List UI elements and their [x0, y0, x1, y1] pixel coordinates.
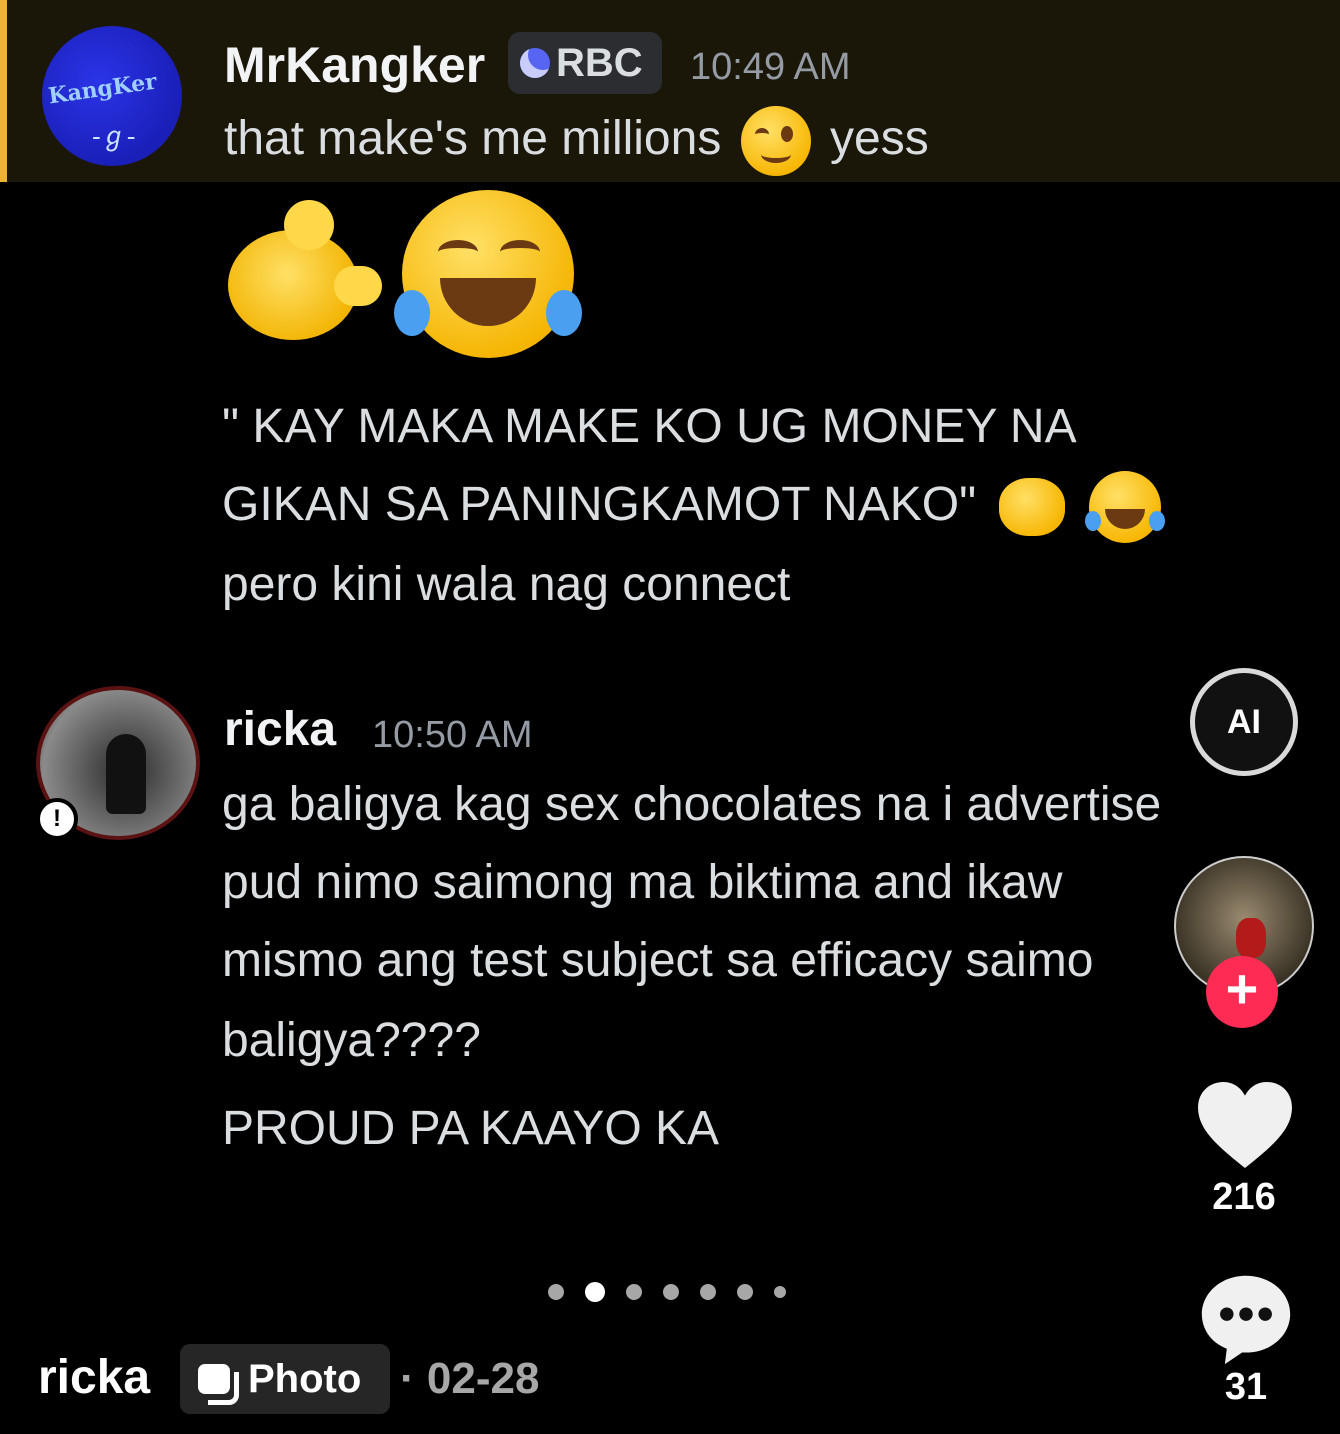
post-date: · 02-28	[400, 1354, 539, 1404]
tears-of-joy-emoji-icon	[394, 190, 582, 358]
pointing-hand-emoji-icon	[228, 200, 382, 350]
date-separator: ·	[400, 1354, 415, 1403]
carousel-dot[interactable]	[700, 1284, 716, 1300]
tears-of-joy-small-emoji-icon	[1084, 471, 1165, 544]
message-1-cont-line1: " KAY MAKA MAKE KO UG MONEY NA	[222, 400, 1077, 453]
timestamp-2: 10:50 AM	[372, 714, 533, 756]
avatar-signature: -ℊ-	[92, 122, 136, 152]
follow-button[interactable]: +	[1206, 956, 1278, 1028]
photo-type-chip[interactable]: Photo	[180, 1344, 390, 1414]
message-2-line1: ga baligya kag sex chocolates na i adver…	[222, 778, 1162, 831]
avatar-logo-text: KangKer	[46, 68, 159, 110]
date-value: 02-28	[426, 1354, 540, 1403]
carousel-dot[interactable]	[774, 1286, 786, 1298]
timestamp-1: 10:49 AM	[690, 46, 851, 88]
role-tag[interactable]: RBC	[508, 32, 662, 94]
like-count: 216	[1212, 1176, 1276, 1218]
comment-count: 31	[1224, 1366, 1268, 1408]
message-1-cont-line3: pero kini wala nag connect	[222, 558, 791, 611]
carousel-indicator	[548, 1282, 807, 1302]
avatar-mrkangker[interactable]: KangKer -ℊ-	[42, 26, 182, 166]
carousel-dot[interactable]	[663, 1284, 679, 1300]
warning-badge-icon: !	[36, 798, 78, 840]
message-2-line5: PROUD PA KAAYO KA	[222, 1102, 720, 1155]
moon-icon	[520, 48, 550, 78]
message-2-line3: mismo ang test subject sa efficacy saimo	[222, 934, 1094, 987]
post-author[interactable]: ricka	[38, 1350, 150, 1405]
carousel-dot[interactable]	[548, 1284, 564, 1300]
ai-button[interactable]: AI	[1190, 668, 1298, 776]
message-2-line4: baligya????	[222, 1014, 481, 1067]
carousel-dot-active[interactable]	[585, 1282, 605, 1302]
avatar-ricka[interactable]: !	[36, 686, 200, 840]
mention-highlight-bar	[0, 0, 7, 182]
photo-icon	[198, 1364, 239, 1405]
carousel-dot[interactable]	[626, 1284, 642, 1300]
message-1-text-b: yess	[830, 112, 929, 165]
carousel-dot[interactable]	[737, 1284, 753, 1300]
message-1-text: that make's me millions yess	[224, 100, 929, 178]
message-1-text-a: that make's me millions	[224, 112, 722, 165]
username-ricka[interactable]: ricka	[224, 702, 336, 757]
pointing-hand-small-emoji-icon	[999, 478, 1066, 537]
comment-bubble-icon[interactable]	[1198, 1270, 1294, 1366]
wink-emoji-icon	[740, 106, 811, 177]
profile-figure	[1236, 918, 1266, 958]
message-1-cont-line2-text: GIKAN SA PANINGKAMOT NAKO"	[222, 478, 977, 531]
ai-label: AI	[1227, 702, 1261, 741]
like-heart-icon[interactable]	[1196, 1080, 1294, 1170]
photo-type-label: Photo	[248, 1356, 362, 1401]
avatar-figure	[106, 734, 146, 814]
message-2-line2: pud nimo saimong ma biktima and ikaw	[222, 856, 1063, 909]
role-tag-label: RBC	[556, 40, 643, 85]
username-mrkangker[interactable]: MrKangker	[224, 36, 485, 94]
message-1-cont-line2: GIKAN SA PANINGKAMOT NAKO"	[222, 466, 1165, 544]
